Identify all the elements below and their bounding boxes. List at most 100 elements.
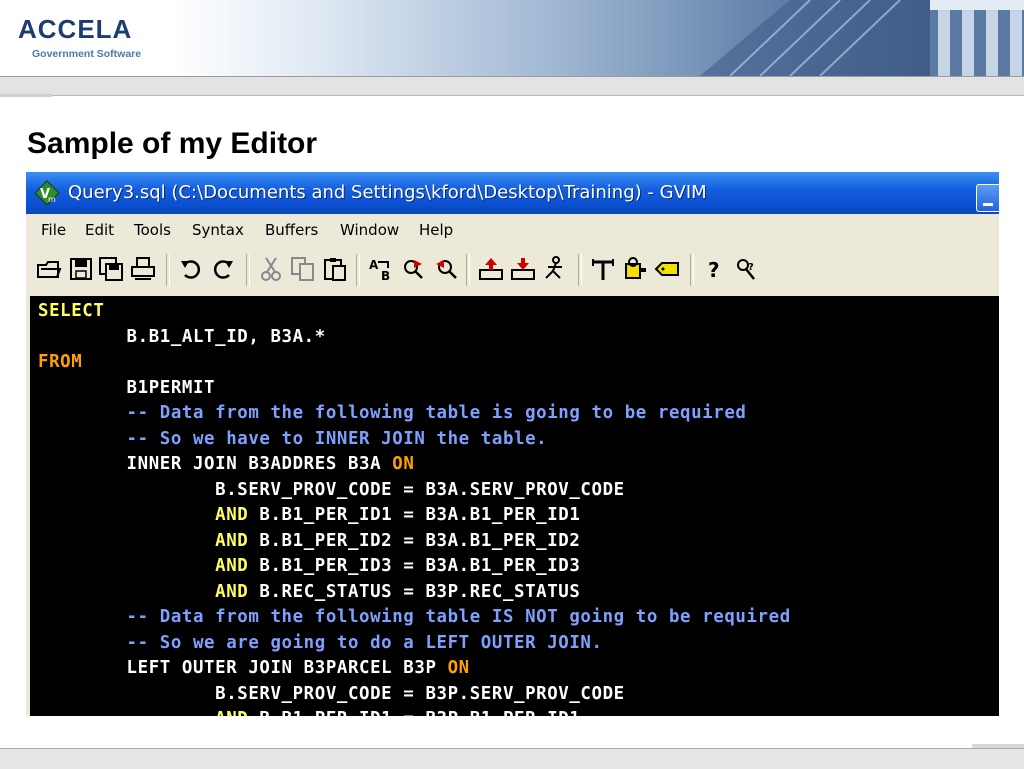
toolbar: AB ? ? — [26, 246, 999, 297]
building-graphic — [700, 0, 1024, 76]
code-line: LEFT OUTER JOIN B3PARCEL B3P ON — [38, 656, 791, 682]
toolbar-separator — [166, 254, 170, 286]
run-script-icon[interactable] — [542, 256, 568, 282]
load-session-icon[interactable] — [478, 256, 504, 282]
gvim-window: V m Query3.sql (C:\Documents and Setting… — [26, 172, 999, 716]
toolbar-separator — [690, 254, 694, 286]
code-token: B1PERMIT — [38, 377, 216, 398]
code-keyword: AND — [215, 581, 249, 602]
code-line: AND B.B1_PER_ID1 = B3P.B1_PER_ID1 — [38, 707, 791, 716]
menu-help[interactable]: Help — [419, 221, 453, 239]
code-comment: -- Data from the following table is goin… — [38, 403, 747, 423]
minimize-icon — [983, 203, 993, 206]
menu-buffers[interactable]: Buffers — [265, 221, 318, 239]
undo-icon[interactable] — [178, 256, 204, 282]
print-icon[interactable] — [130, 256, 156, 282]
code-line: B.SERV_PROV_CODE = B3P.SERV_PROV_CODE — [38, 682, 791, 708]
svg-text:B: B — [381, 269, 390, 282]
vim-icon: V m — [34, 180, 60, 206]
window-title: Query3.sql (C:\Documents and Settings\kf… — [68, 182, 707, 203]
code-line: B1PERMIT — [38, 376, 791, 402]
code-line: FROM — [38, 350, 791, 376]
code-line: B.SERV_PROV_CODE = B3A.SERV_PROV_CODE — [38, 478, 791, 504]
minimize-button[interactable] — [976, 184, 999, 212]
code-keyword: FROM — [38, 352, 83, 372]
toolbar-separator — [466, 254, 470, 286]
code-line: SELECT — [38, 299, 791, 325]
shell-icon[interactable] — [622, 256, 648, 282]
code-line: AND B.B1_PER_ID2 = B3A.B1_PER_ID2 — [38, 529, 791, 555]
tag-jump-icon[interactable] — [654, 256, 680, 282]
svg-text:m: m — [48, 195, 56, 204]
code-token: B.SERV_PROV_CODE = B3A.SERV_PROV_CODE — [38, 479, 625, 500]
slide-title: Sample of my Editor — [27, 127, 318, 160]
code-line: -- So we are going to do a LEFT OUTER JO… — [38, 631, 791, 657]
code-token: B.REC_STATUS = B3P.REC_STATUS — [248, 581, 581, 602]
header-divider-accent — [0, 94, 52, 97]
editor-text-area[interactable]: SELECT B.B1_ALT_ID, B3A.* FROM B1PERMIT -… — [26, 296, 999, 716]
paste-icon[interactable] — [322, 256, 348, 282]
accela-logo: ACCELA Government Software — [18, 14, 168, 64]
menu-syntax[interactable]: Syntax — [192, 221, 244, 239]
code-line: AND B.B1_PER_ID3 = B3A.B1_PER_ID3 — [38, 554, 791, 580]
code-keyword: AND — [215, 505, 249, 525]
code-line: INNER JOIN B3ADDRES B3A ON — [38, 452, 791, 478]
code-token: B.B1_PER_ID1 = B3A.B1_PER_ID1 — [248, 505, 581, 525]
find-help-icon[interactable]: ? — [734, 256, 760, 282]
code-comment: -- Data from the following table IS NOT … — [38, 607, 791, 627]
menu-bar: File Edit Tools Syntax Buffers Window He… — [26, 214, 999, 247]
toolbar-separator — [578, 254, 582, 286]
code-comment: -- So we have to INNER JOIN the table. — [38, 428, 548, 449]
toolbar-separator — [356, 254, 360, 286]
make-icon[interactable] — [590, 256, 616, 282]
code-comment: -- So we are going to do a LEFT OUTER JO… — [38, 632, 603, 653]
code-token: LEFT OUTER JOIN B3PARCEL B3P — [38, 658, 448, 678]
find-next-icon[interactable] — [400, 256, 426, 282]
menu-edit[interactable]: Edit — [85, 221, 114, 239]
find-previous-icon[interactable] — [432, 256, 458, 282]
code-token: B.B1_PER_ID1 = B3P.B1_PER_ID1 — [248, 709, 580, 716]
redo-icon[interactable] — [210, 256, 236, 282]
open-icon[interactable] — [36, 256, 62, 282]
logo-tagline: Government Software — [32, 48, 142, 60]
code-keyword: SELECT — [38, 301, 105, 321]
code-keyword: AND — [215, 709, 248, 716]
help-icon[interactable]: ? — [702, 256, 728, 282]
find-replace-icon[interactable]: AB — [368, 256, 394, 282]
code-keyword: ON — [447, 658, 470, 678]
header-divider — [0, 76, 1024, 96]
slide-banner: ACCELA Government Software — [0, 0, 1024, 76]
svg-text:A: A — [369, 258, 379, 272]
logo-wordmark: ACCELA — [18, 14, 133, 44]
code-line: -- Data from the following table IS NOT … — [38, 605, 791, 631]
menu-window[interactable]: Window — [340, 221, 399, 239]
save-session-icon[interactable] — [510, 256, 536, 282]
code-line: AND B.REC_STATUS = B3P.REC_STATUS — [38, 580, 791, 606]
code-token: B.SERV_PROV_CODE = B3P.SERV_PROV_CODE — [38, 683, 625, 704]
code-line: AND B.B1_PER_ID1 = B3A.B1_PER_ID1 — [38, 503, 791, 529]
code-token: B.B1_ALT_ID, B3A.* — [38, 326, 326, 347]
copy-icon[interactable] — [290, 256, 316, 282]
code-line: -- Data from the following table is goin… — [38, 401, 791, 427]
code-text: SELECT B.B1_ALT_ID, B3A.* FROM B1PERMIT -… — [38, 299, 791, 716]
menu-tools[interactable]: Tools — [134, 221, 171, 239]
code-line: -- So we have to INNER JOIN the table. — [38, 427, 791, 453]
code-keyword: ON — [392, 454, 415, 474]
save-all-icon[interactable] — [98, 256, 124, 282]
save-icon[interactable] — [68, 256, 94, 282]
code-keyword: AND — [215, 556, 249, 576]
window-titlebar[interactable]: V m Query3.sql (C:\Documents and Setting… — [26, 172, 999, 214]
code-line: B.B1_ALT_ID, B3A.* — [38, 325, 791, 351]
toolbar-separator — [246, 254, 250, 286]
cut-icon[interactable] — [258, 256, 284, 282]
svg-text:?: ? — [708, 258, 720, 282]
menu-file[interactable]: File — [41, 221, 66, 239]
svg-text:?: ? — [748, 262, 754, 273]
code-token: B.B1_PER_ID3 = B3A.B1_PER_ID3 — [248, 556, 581, 576]
code-keyword: AND — [215, 530, 249, 551]
